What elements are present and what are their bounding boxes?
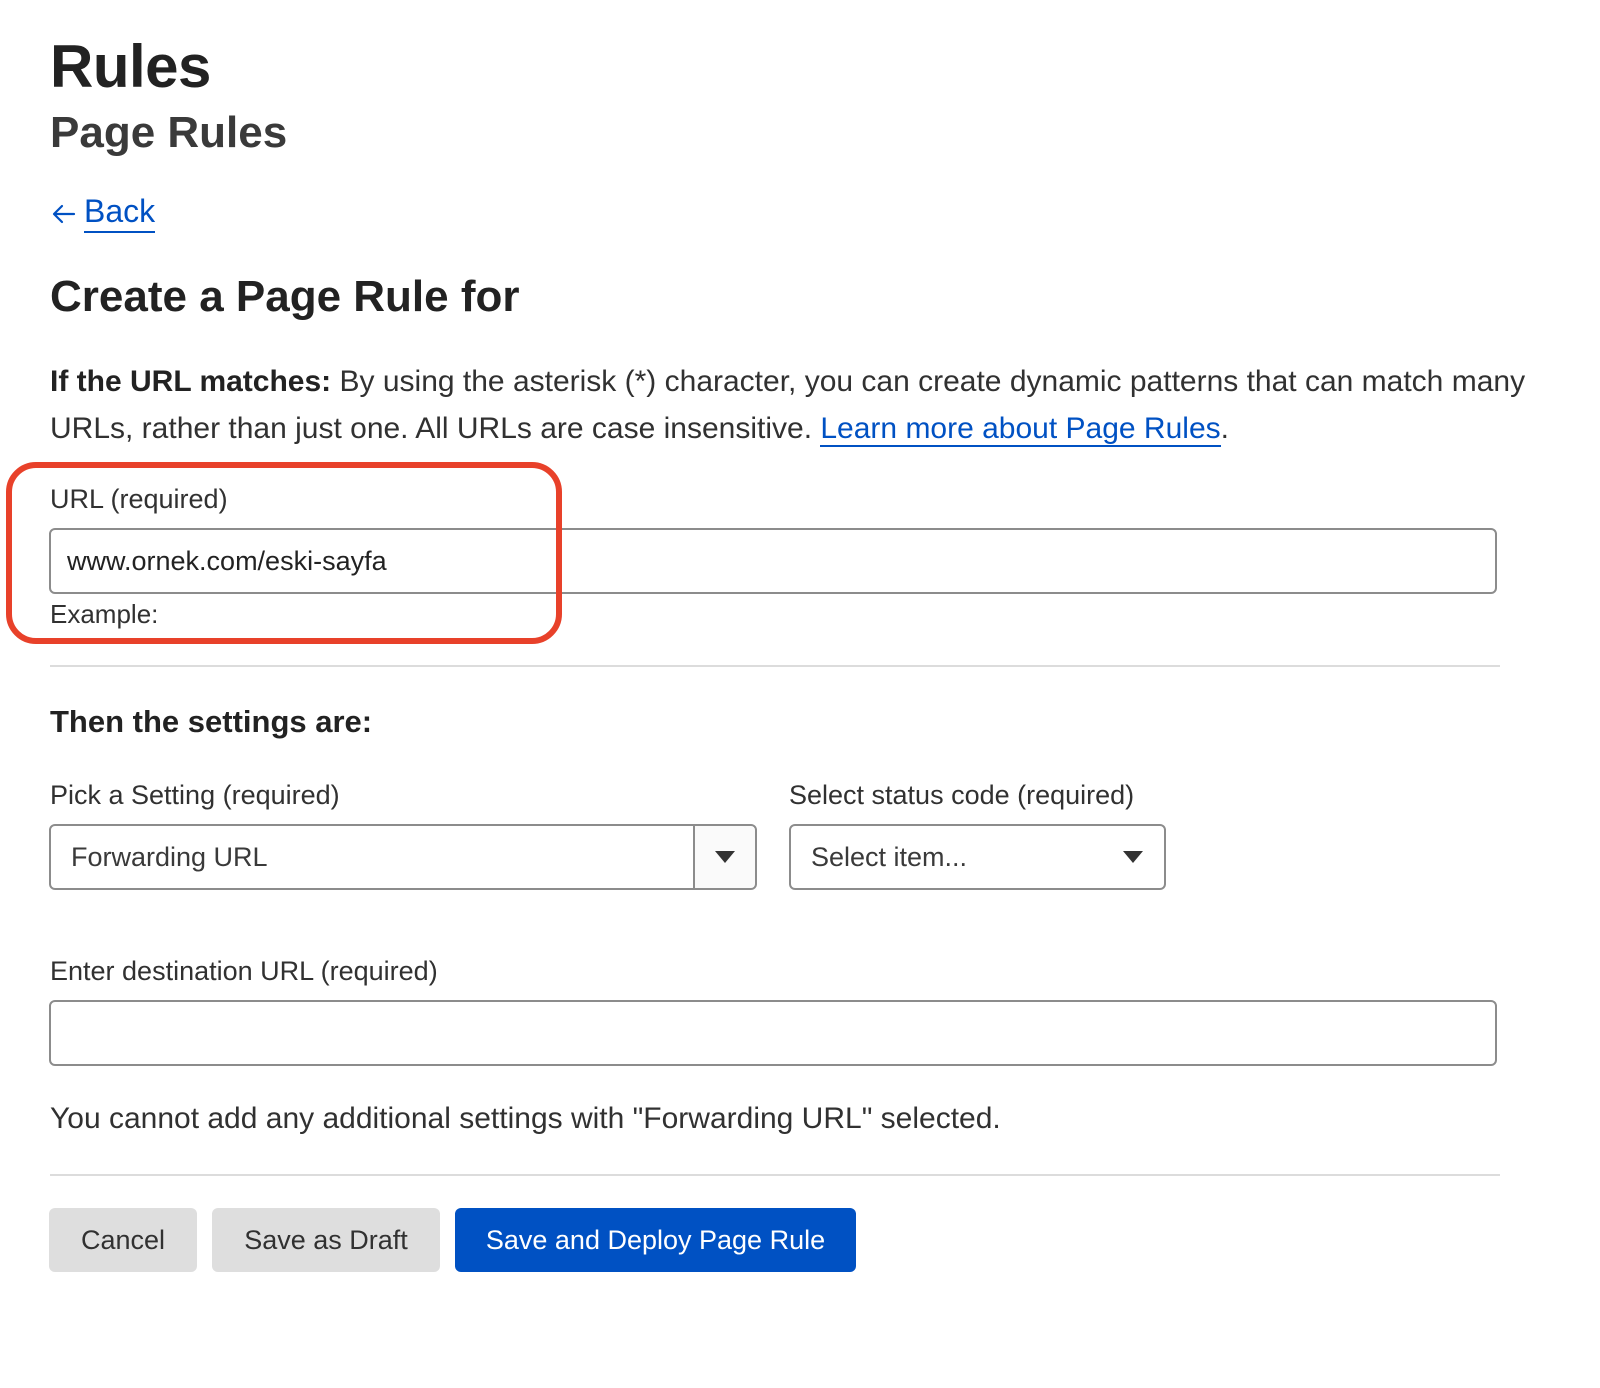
divider-bottom — [50, 1174, 1500, 1176]
url-example-hint: Example: — [50, 599, 159, 629]
url-match-description: If the URL matches: By using the asteris… — [50, 358, 1550, 452]
description-end: . — [1220, 412, 1229, 445]
arrow-left-icon — [52, 204, 76, 223]
learn-more-link[interactable]: Learn more about Page Rules — [820, 412, 1221, 447]
status-select-label: Select status code (required) — [789, 780, 1135, 810]
page-subtitle: Page Rules — [50, 108, 288, 157]
url-field-label: URL (required) — [50, 484, 228, 514]
back-link[interactable]: Back — [50, 193, 156, 234]
setting-select-toggle[interactable] — [693, 826, 755, 888]
status-code-select[interactable]: Select item... — [789, 824, 1166, 890]
setting-select-label: Pick a Setting (required) — [50, 780, 340, 810]
url-input[interactable] — [49, 528, 1497, 594]
settings-heading: Then the settings are: — [50, 704, 373, 739]
status-select-value: Select item... — [811, 841, 968, 872]
page-title: Rules — [50, 33, 211, 100]
cancel-button[interactable]: Cancel — [49, 1208, 197, 1272]
back-link-label: Back — [84, 193, 156, 234]
divider-top — [50, 665, 1500, 667]
setting-select-value: Forwarding URL — [71, 841, 268, 872]
save-deploy-button[interactable]: Save and Deploy Page Rule — [455, 1208, 856, 1272]
setting-select[interactable]: Forwarding URL — [49, 824, 757, 890]
caret-down-icon — [715, 851, 735, 863]
description-bold-label: If the URL matches: — [50, 365, 332, 398]
forwarding-info-text: You cannot add any additional settings w… — [50, 1102, 1001, 1135]
status-select-caret — [1102, 826, 1164, 888]
destination-url-input[interactable] — [49, 1000, 1497, 1066]
destination-field-label: Enter destination URL (required) — [50, 956, 438, 986]
form-heading: Create a Page Rule for — [50, 272, 520, 321]
save-draft-button[interactable]: Save as Draft — [212, 1208, 440, 1272]
page-rule-form-page: Rules Page Rules Back Create a Page Rule… — [0, 0, 1600, 1388]
caret-down-icon — [1123, 851, 1143, 863]
